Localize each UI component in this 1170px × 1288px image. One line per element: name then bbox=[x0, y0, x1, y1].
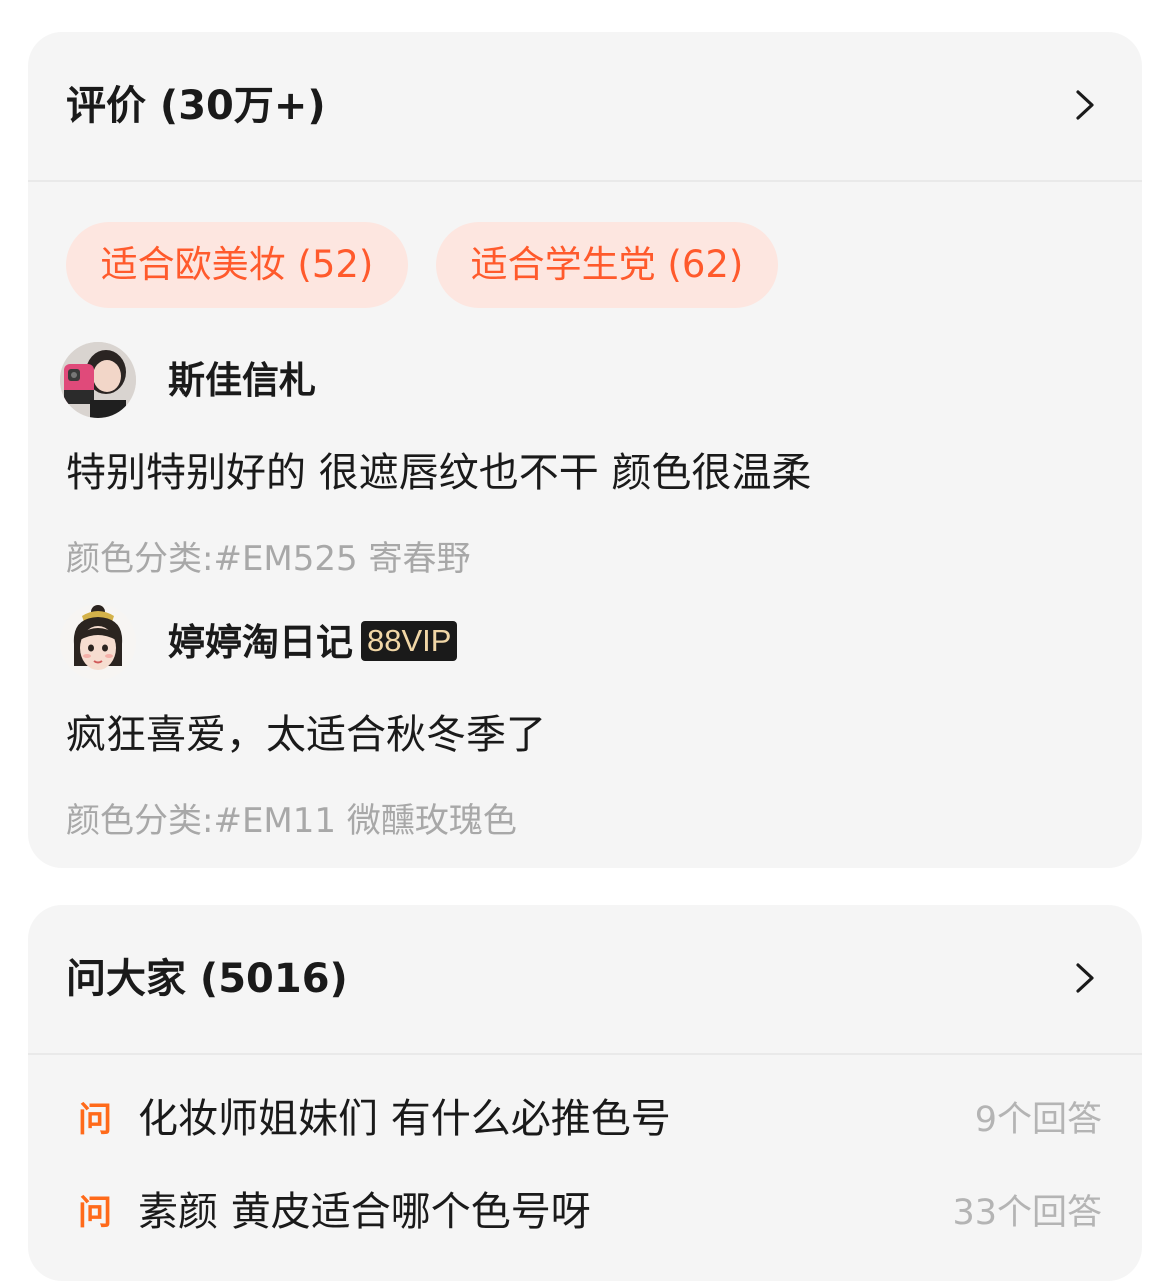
answer-count: 33个回答 bbox=[952, 1193, 1102, 1233]
avatar-image bbox=[60, 342, 136, 418]
question-badge: 问 bbox=[78, 1100, 112, 1140]
username-text: 婷婷淘日记 bbox=[168, 621, 353, 664]
question-item[interactable]: 问 化妆师姐妹们 有什么必推色号 9个回答 bbox=[28, 1080, 1142, 1160]
review-color-variant: 颜色分类:#EM11 微醺玫瑰色 bbox=[66, 801, 517, 841]
vip-badge: 88VIP bbox=[361, 621, 458, 661]
ask-everyone-card: 问大家 (5016) 问 化妆师姐妹们 有什么必推色号 9个回答 问 素颜 黄皮… bbox=[28, 905, 1142, 1281]
reviews-title: 评价 (30万+) bbox=[66, 83, 326, 129]
review-text: 疯狂喜爱，太适合秋冬季了 bbox=[66, 712, 546, 758]
review-color-variant: 颜色分类:#EM525 寄春野 bbox=[66, 539, 471, 579]
question-item[interactable]: 问 素颜 黄皮适合哪个色号呀 33个回答 bbox=[28, 1173, 1142, 1253]
chevron-right-icon[interactable] bbox=[1068, 961, 1102, 995]
username-text: 斯佳信札 bbox=[168, 359, 316, 402]
question-badge: 问 bbox=[78, 1193, 112, 1233]
review-text: 特别特别好的 很遮唇纹也不干 颜色很温柔 bbox=[66, 450, 812, 496]
ask-everyone-header[interactable]: 问大家 (5016) bbox=[28, 905, 1142, 1055]
review-tag-western-makeup[interactable]: 适合欧美妆 (52) bbox=[66, 222, 408, 308]
reviews-header[interactable]: 评价 (30万+) bbox=[28, 32, 1142, 182]
question-text: 化妆师姐妹们 有什么必推色号 bbox=[138, 1096, 671, 1142]
review-username[interactable]: 斯佳信札 bbox=[168, 358, 316, 404]
reviews-card: 评价 (30万+) 适合欧美妆 (52) 适合学生党 (62) 斯佳信札 特别特… bbox=[28, 32, 1142, 868]
avatar-image bbox=[60, 604, 136, 680]
review-tag-students[interactable]: 适合学生党 (62) bbox=[436, 222, 778, 308]
answer-count: 9个回答 bbox=[974, 1100, 1102, 1140]
ask-everyone-title: 问大家 (5016) bbox=[66, 956, 348, 1002]
question-text: 素颜 黄皮适合哪个色号呀 bbox=[138, 1189, 591, 1235]
review-username[interactable]: 婷婷淘日记 88VIP bbox=[168, 620, 458, 666]
avatar[interactable] bbox=[60, 604, 136, 680]
avatar[interactable] bbox=[60, 342, 136, 418]
chevron-right-icon[interactable] bbox=[1068, 88, 1102, 122]
